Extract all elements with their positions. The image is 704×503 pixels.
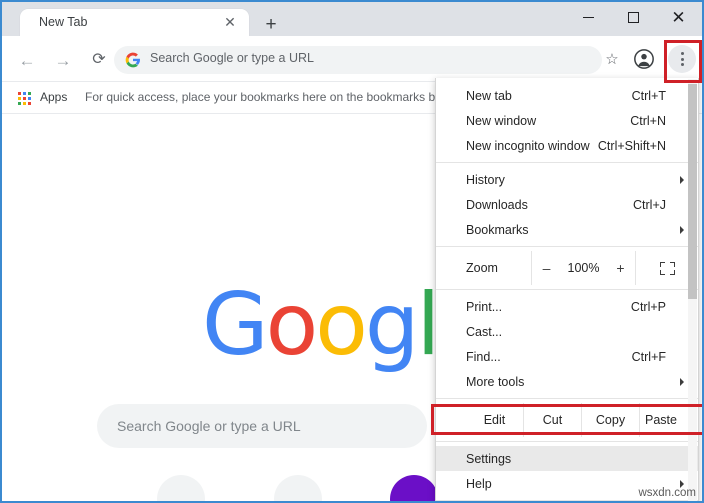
forward-button[interactable]: → bbox=[50, 47, 76, 73]
menu-item-shortcut: Ctrl+N bbox=[630, 113, 666, 128]
menu-separator bbox=[436, 246, 698, 247]
browser-window: New Tab ✕ + ✕ ← → ⟳ Search Google or typ… bbox=[0, 0, 704, 503]
menu-separator bbox=[436, 500, 698, 501]
new-tab-button[interactable]: + bbox=[260, 13, 282, 35]
menu-item-new-window[interactable]: New window Ctrl+N bbox=[436, 108, 698, 133]
menu-item-label: Bookmarks bbox=[466, 222, 529, 237]
edit-copy-button[interactable]: Copy bbox=[581, 403, 639, 437]
menu-item-bookmarks[interactable]: Bookmarks bbox=[436, 217, 698, 242]
zoom-in-button[interactable]: + bbox=[614, 260, 628, 276]
ntp-shortcut-tile-1[interactable] bbox=[157, 475, 205, 501]
google-logo-letter-0: G bbox=[202, 275, 269, 375]
profile-avatar-icon[interactable] bbox=[634, 49, 654, 69]
google-logo: Googl bbox=[202, 282, 440, 368]
edit-label: Edit bbox=[483, 413, 506, 427]
menu-scrollbar[interactable] bbox=[688, 79, 697, 501]
chevron-right-icon bbox=[680, 225, 684, 234]
menu-item-label: New window bbox=[466, 113, 537, 128]
window-minimize-button[interactable] bbox=[566, 2, 611, 32]
menu-item-label: Print... bbox=[466, 299, 503, 314]
apps-label[interactable]: Apps bbox=[40, 90, 67, 104]
bookmark-star-icon[interactable]: ☆ bbox=[602, 49, 622, 69]
menu-item-history[interactable]: History bbox=[436, 167, 698, 192]
zoom-out-button[interactable]: – bbox=[540, 260, 554, 276]
menu-item-shortcut: Ctrl+F bbox=[631, 349, 666, 364]
bookmarks-bar-hint: For quick access, place your bookmarks h… bbox=[85, 90, 442, 104]
menu-item-shortcut: Ctrl+Shift+N bbox=[597, 138, 666, 153]
three-dot-menu-button[interactable] bbox=[668, 45, 696, 73]
menu-item-downloads[interactable]: Downloads Ctrl+J bbox=[436, 192, 698, 217]
google-logo-letter-2: o bbox=[315, 275, 368, 375]
menu-item-more-tools[interactable]: More tools bbox=[436, 369, 698, 394]
window-maximize-button[interactable] bbox=[611, 2, 656, 32]
menu-item-label: New incognito window bbox=[466, 138, 590, 153]
ntp-shortcut-tile-3[interactable] bbox=[390, 475, 438, 501]
chrome-main-menu: New tab Ctrl+T New window Ctrl+N New inc… bbox=[431, 78, 702, 501]
menu-item-settings[interactable]: Settings bbox=[436, 446, 698, 471]
menu-item-label: Settings bbox=[466, 451, 512, 466]
menu-zoom-row: Zoom – 100% + bbox=[436, 251, 698, 285]
menu-item-label: Downloads bbox=[466, 197, 528, 212]
menu-item-new-incognito-window[interactable]: New incognito window Ctrl+Shift+N bbox=[436, 133, 698, 158]
tab-close-icon[interactable]: ✕ bbox=[221, 13, 239, 31]
menu-item-find[interactable]: Find... Ctrl+F bbox=[436, 344, 698, 369]
menu-item-shortcut: Ctrl+T bbox=[631, 88, 666, 103]
browser-toolbar: ← → ⟳ Search Google or type a URL ☆ bbox=[2, 36, 702, 82]
edit-cut-button[interactable]: Cut bbox=[523, 403, 581, 437]
window-close-button[interactable]: ✕ bbox=[656, 2, 701, 32]
reload-button[interactable]: ⟳ bbox=[86, 47, 112, 73]
close-icon: ✕ bbox=[671, 7, 686, 27]
maximize-icon bbox=[628, 11, 639, 23]
menu-separator bbox=[436, 398, 698, 399]
minimize-icon bbox=[583, 16, 594, 18]
menu-separator bbox=[436, 162, 698, 163]
chevron-right-icon bbox=[680, 175, 684, 184]
menu-item-print[interactable]: Print... Ctrl+P bbox=[436, 294, 698, 319]
menu-separator bbox=[436, 289, 698, 290]
menu-item-new-tab[interactable]: New tab Ctrl+T bbox=[436, 83, 698, 108]
google-g-icon bbox=[125, 52, 140, 68]
zoom-level-value: 100% bbox=[567, 261, 600, 275]
menu-item-label: History bbox=[466, 172, 505, 187]
menu-item-label: Cast... bbox=[466, 324, 503, 339]
menu-edit-row: Edit Cut Copy Paste bbox=[436, 403, 698, 437]
menu-item-label: More tools bbox=[466, 374, 525, 389]
watermark: wsxdn.com bbox=[638, 487, 696, 499]
ntp-shortcut-tile-2[interactable] bbox=[274, 475, 322, 501]
menu-scrollbar-thumb[interactable] bbox=[688, 84, 697, 299]
menu-item-label: New tab bbox=[466, 88, 512, 103]
menu-item-label: Find... bbox=[466, 349, 501, 364]
menu-dot-3 bbox=[680, 63, 684, 66]
menu-item-label: Help bbox=[466, 476, 492, 491]
google-logo-letter-1: o bbox=[265, 275, 319, 375]
omnibox-address-bar[interactable]: Search Google or type a URL bbox=[114, 46, 602, 74]
menu-item-shortcut: Ctrl+J bbox=[633, 197, 666, 212]
menu-item-shortcut: Ctrl+P bbox=[630, 299, 666, 314]
fullscreen-icon bbox=[659, 261, 675, 275]
zoom-label: Zoom bbox=[466, 261, 498, 275]
google-logo-letter-3: g bbox=[364, 275, 420, 375]
browser-tab-new-tab[interactable]: New Tab ✕ bbox=[20, 9, 249, 36]
zoom-controls: – 100% + bbox=[531, 251, 636, 285]
back-button[interactable]: ← bbox=[14, 47, 40, 73]
menu-dot-1 bbox=[680, 52, 684, 55]
menu-item-cast[interactable]: Cast... bbox=[436, 319, 698, 344]
menu-separator bbox=[436, 441, 698, 442]
ntp-search-placeholder: Search Google or type a URL bbox=[117, 418, 301, 434]
tab-strip: New Tab ✕ + ✕ bbox=[2, 2, 702, 36]
omnibox-placeholder-text: Search Google or type a URL bbox=[150, 51, 314, 65]
tab-title: New Tab bbox=[39, 15, 88, 29]
menu-dot-2 bbox=[680, 57, 684, 61]
chevron-right-icon bbox=[680, 377, 684, 386]
apps-grid-icon[interactable] bbox=[18, 92, 31, 105]
